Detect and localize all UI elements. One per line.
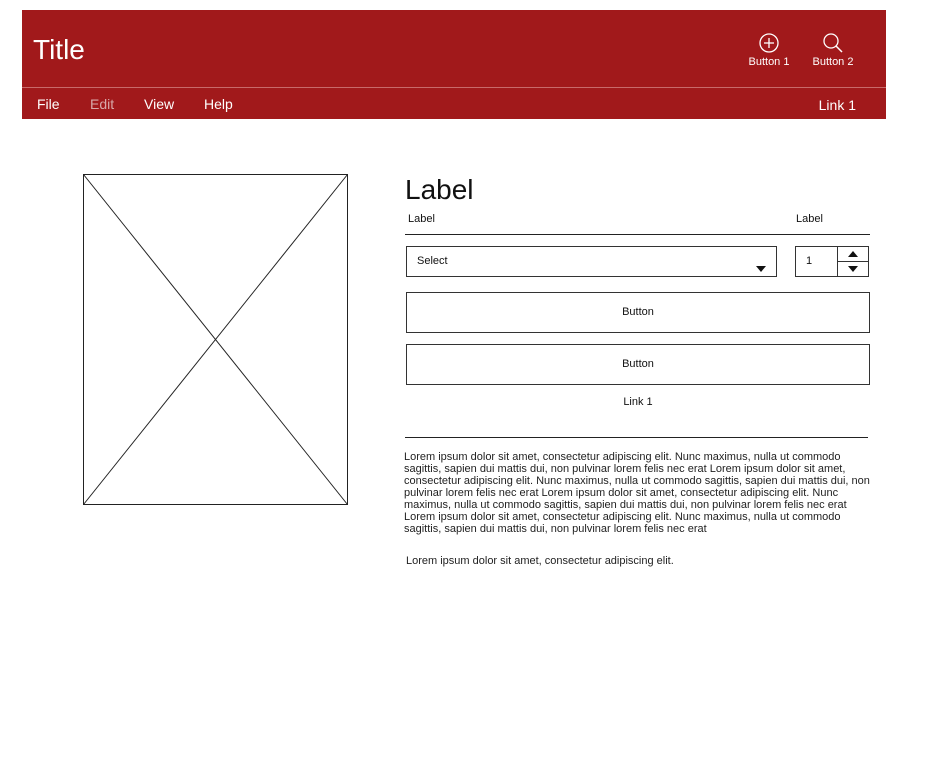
- menu-view[interactable]: View: [144, 96, 174, 112]
- stepper-up-button[interactable]: [838, 247, 868, 262]
- button-2[interactable]: Button 2: [803, 32, 863, 68]
- stepper-buttons: [837, 247, 868, 276]
- form-divider: [405, 234, 870, 235]
- app-header: Title Button 1 Button 2: [22, 10, 886, 88]
- select-label: Label: [408, 213, 435, 225]
- menu-help[interactable]: Help: [204, 96, 233, 112]
- content-divider: [405, 437, 868, 438]
- plus-circle-icon: [739, 32, 799, 54]
- stepper-value: 1: [806, 255, 813, 267]
- button-1[interactable]: Button 1: [739, 32, 799, 68]
- caret-down-icon: [838, 266, 868, 272]
- form-link-1[interactable]: Link 1: [406, 396, 870, 408]
- select-dropdown[interactable]: Select: [406, 246, 777, 277]
- primary-button[interactable]: Button: [406, 292, 870, 333]
- body-paragraph: Lorem ipsum dolor sit amet, consectetur …: [404, 451, 870, 535]
- select-value: Select: [417, 255, 448, 267]
- menu-bar: File Edit View Help Link 1: [22, 88, 886, 119]
- form-heading: Label: [405, 174, 474, 205]
- menu-edit[interactable]: Edit: [90, 96, 114, 112]
- caret-down-icon: [756, 259, 766, 277]
- menu-file[interactable]: File: [37, 96, 60, 112]
- short-paragraph: Lorem ipsum dolor sit amet, consectetur …: [406, 555, 674, 567]
- stepper-label: Label: [796, 213, 823, 225]
- quantity-stepper[interactable]: 1: [795, 246, 869, 277]
- stepper-down-button[interactable]: [838, 262, 868, 276]
- menu-link-1[interactable]: Link 1: [819, 97, 856, 113]
- button-1-label: Button 1: [748, 56, 790, 68]
- app-title: Title: [33, 34, 85, 65]
- search-icon: [803, 32, 863, 54]
- image-placeholder: [83, 174, 348, 505]
- secondary-button[interactable]: Button: [406, 344, 870, 385]
- button-2-label: Button 2: [812, 56, 854, 68]
- caret-up-icon: [838, 251, 868, 257]
